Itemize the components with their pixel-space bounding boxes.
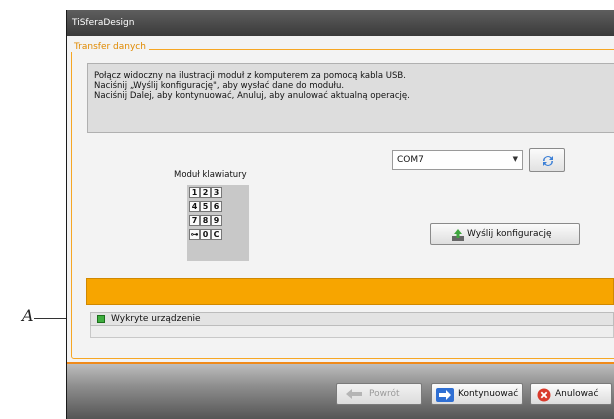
keypad-key: 2 bbox=[200, 187, 211, 198]
com-port-select[interactable]: COM7 ▼ bbox=[392, 150, 523, 170]
device-status-row: Wykryte urządzenie bbox=[90, 312, 614, 326]
upload-icon bbox=[452, 229, 464, 241]
group-legend: Transfer danych bbox=[71, 42, 149, 52]
keypad-key: 4 bbox=[189, 201, 200, 212]
back-button[interactable]: Powrót bbox=[336, 383, 422, 405]
status-led-icon bbox=[97, 315, 105, 323]
continue-label: Kontynuować bbox=[458, 389, 519, 399]
keypad-key: 6 bbox=[211, 201, 222, 212]
continue-button[interactable]: Kontynuować bbox=[431, 383, 523, 405]
status-empty-row bbox=[90, 326, 614, 338]
com-port-value: COM7 bbox=[397, 155, 424, 165]
instruction-line: Połącz widoczny na ilustracji moduł z ko… bbox=[94, 71, 406, 81]
keypad-key: ⊶ bbox=[189, 229, 200, 240]
arrow-right-icon bbox=[436, 388, 454, 402]
keypad-key: 0 bbox=[200, 229, 211, 240]
transfer-progress-bar bbox=[86, 278, 614, 305]
arrow-left-icon bbox=[346, 389, 362, 399]
keypad-key: 7 bbox=[189, 215, 200, 226]
window-title: TiSferaDesign bbox=[72, 18, 135, 28]
back-label: Powrót bbox=[369, 389, 400, 399]
device-detected-label: Wykryte urządzenie bbox=[111, 314, 201, 324]
keypad-key: 3 bbox=[211, 187, 222, 198]
cancel-icon bbox=[537, 388, 551, 402]
send-configuration-label: Wyślij konfigurację bbox=[467, 229, 552, 239]
instruction-line: Naciśnij Dalej, aby kontynuować, Anuluj,… bbox=[94, 91, 410, 101]
keypad-key: 5 bbox=[200, 201, 211, 212]
title-bar[interactable]: TiSferaDesign bbox=[67, 10, 614, 36]
cancel-button[interactable]: Anulować bbox=[530, 383, 612, 405]
refresh-ports-button[interactable] bbox=[529, 148, 565, 172]
callout-letter: A bbox=[22, 306, 34, 325]
keypad-module-image: 1 2 3 4 5 6 7 8 9 ⊶ 0 C bbox=[187, 185, 249, 261]
keypad-key: C bbox=[211, 229, 222, 240]
send-configuration-button[interactable]: Wyślij konfigurację bbox=[430, 223, 580, 245]
chevron-down-icon[interactable]: ▼ bbox=[513, 155, 518, 163]
keypad-key: 9 bbox=[211, 215, 222, 226]
dialog-window: TiSferaDesign Transfer danych Połącz wid… bbox=[66, 10, 614, 419]
cancel-label: Anulować bbox=[555, 389, 599, 399]
keypad-module-label: Moduł klawiatury bbox=[174, 170, 247, 180]
refresh-icon bbox=[543, 156, 553, 166]
keypad-key: 1 bbox=[189, 187, 200, 198]
instructions-box: Połącz widoczny na ilustracji moduł z ko… bbox=[87, 63, 614, 133]
instruction-line: Naciśnij „Wyślij konfigurację", aby wysł… bbox=[94, 81, 345, 91]
keypad-key: 8 bbox=[200, 215, 211, 226]
